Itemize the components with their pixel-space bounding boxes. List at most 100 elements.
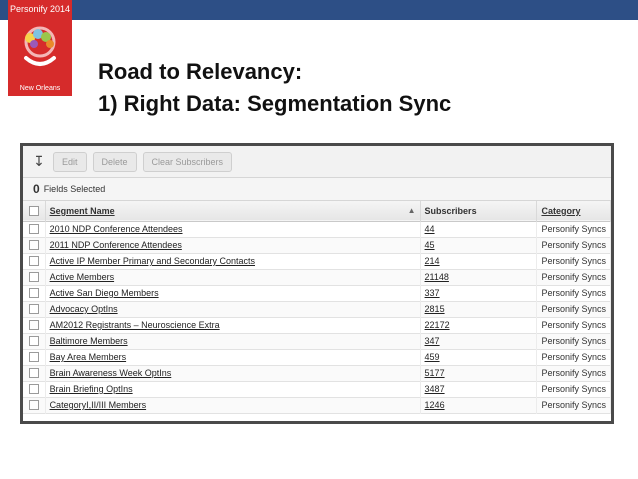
subscribers-header-label: Subscribers [424,205,477,216]
row-checkbox[interactable] [28,224,39,235]
smiley-logo-icon [24,26,56,66]
category-header[interactable]: Category [536,201,611,221]
slide-title: Road to Relevancy: 1) Right Data: Segmen… [98,56,451,120]
row-checkbox[interactable] [28,256,39,267]
row-checkbox-cell [23,317,46,333]
row-checkbox-cell [23,365,46,381]
segment-name-link[interactable]: AM2012 Registrants – Neuroscience Extra [45,317,421,333]
subscriber-count-link[interactable]: 44 [420,221,538,237]
row-checkbox[interactable] [28,272,39,283]
segment-name-link[interactable]: Active IP Member Primary and Secondary C… [45,253,421,269]
title-line-1: Road to Relevancy: [98,59,303,84]
row-checkbox[interactable] [28,240,39,251]
subscriber-count-link[interactable]: 459 [420,349,538,365]
row-checkbox-cell [23,285,46,301]
table-row[interactable]: 2011 NDP Conference Attendees 45 Personify… [23,237,611,253]
row-checkbox-cell [23,381,46,397]
table-row[interactable]: Advocacy OptIns 2815 Personify Syncs [23,301,611,317]
category-cell: Personify Syncs [536,397,611,413]
row-checkbox[interactable] [28,368,39,379]
table-row[interactable]: Baltimore Members 347 Personify Syncs [23,333,611,349]
subscriber-count-link[interactable]: 3487 [420,381,538,397]
title-line-2: 1) Right Data: Segmentation Sync [98,91,452,116]
segment-name-header[interactable]: Segment Name ▲ [45,201,421,221]
fields-selected-label: Fields Selected [43,184,106,194]
row-checkbox[interactable] [28,304,39,315]
segment-name-link[interactable]: Baltimore Members [45,333,421,349]
segment-panel: ↧ Edit Delete Clear Subscribers 0 Fields… [20,143,614,424]
table-header-row: Segment Name ▲ Subscribers Category [23,201,611,221]
edit-button[interactable]: Edit [53,151,87,172]
segments-table: Segment Name ▲ Subscribers Category 2010… [23,201,611,414]
segment-name-link[interactable]: Active San Diego Members [45,285,421,301]
subscriber-count-link[interactable]: 214 [420,253,538,269]
row-checkbox[interactable] [28,320,39,331]
row-checkbox[interactable] [28,352,39,363]
row-checkbox-cell [23,301,46,317]
category-cell: Personify Syncs [536,365,611,381]
row-checkbox-cell [23,221,46,237]
row-checkbox-cell [23,253,46,269]
subscriber-count-link[interactable]: 337 [420,285,538,301]
segment-name-link[interactable]: 2011 NDP Conference Attendees [45,237,421,253]
delete-button[interactable]: Delete [92,151,137,172]
category-cell: Personify Syncs [536,237,611,253]
row-checkbox[interactable] [28,336,39,347]
segment-name-link[interactable]: 2010 NDP Conference Attendees [45,221,421,237]
table-row[interactable]: Active Members 21148 Personify Syncs [23,269,611,285]
category-cell: Personify Syncs [536,269,611,285]
row-checkbox-cell [23,333,46,349]
select-all-checkbox[interactable] [28,206,39,217]
segment-name-header-label: Segment Name [49,205,115,216]
category-cell: Personify Syncs [536,253,611,269]
category-cell: Personify Syncs [536,381,611,397]
fields-selected-row: 0 Fields Selected [23,178,611,201]
row-checkbox[interactable] [28,288,39,299]
toolbar: ↧ Edit Delete Clear Subscribers [23,146,611,178]
down-arrow-icon[interactable]: ↧ [31,153,47,170]
fields-selected-count: 0 [33,182,40,196]
row-checkbox-cell [23,269,46,285]
segment-name-link[interactable]: Brain Awareness Week OptIns [45,365,421,381]
subscriber-count-link[interactable]: 5177 [420,365,538,381]
table-row[interactable]: AM2012 Registrants – Neuroscience Extra 2… [23,317,611,333]
category-cell: Personify Syncs [536,349,611,365]
personify-logo: Personify 2014 New Orleans [8,0,72,96]
segment-name-link[interactable]: Active Members [45,269,421,285]
top-band [0,0,638,20]
subscriber-count-link[interactable]: 2815 [420,301,538,317]
subscriber-count-link[interactable]: 347 [420,333,538,349]
table-row[interactable]: 2010 NDP Conference Attendees 44 Personify… [23,221,611,237]
sort-ascending-icon[interactable]: ▲ [408,206,416,215]
segment-name-link[interactable]: Advocacy OptIns [45,301,421,317]
segment-name-link[interactable]: CategoryI,II/III Members [45,397,421,413]
table-row[interactable]: Bay Area Members 459 Personify Syncs [23,349,611,365]
subscriber-count-link[interactable]: 21148 [420,269,538,285]
row-checkbox-cell [23,237,46,253]
logo-top-text: Personify 2014 [9,4,71,14]
category-cell: Personify Syncs [536,221,611,237]
table-row[interactable]: CategoryI,II/III Members 1246 Personify Sy… [23,397,611,413]
table-row[interactable]: Brain Awareness Week OptIns 5177 Personify… [23,365,611,381]
slide: Personify 2014 New Orleans Road to Relev… [0,0,638,479]
subscribers-header[interactable]: Subscribers [420,201,538,221]
category-cell: Personify Syncs [536,333,611,349]
clear-subscribers-button[interactable]: Clear Subscribers [142,151,233,172]
row-checkbox-cell [23,349,46,365]
category-cell: Personify Syncs [536,301,611,317]
segment-name-link[interactable]: Bay Area Members [45,349,421,365]
row-checkbox-cell [23,397,46,413]
subscriber-count-link[interactable]: 1246 [420,397,538,413]
subscriber-count-link[interactable]: 45 [420,237,538,253]
row-checkbox[interactable] [28,400,39,411]
table-row[interactable]: Active San Diego Members 337 Personify Syn… [23,285,611,301]
segment-name-link[interactable]: Brain Briefing OptIns [45,381,421,397]
subscriber-count-link[interactable]: 22172 [420,317,538,333]
row-checkbox[interactable] [28,384,39,395]
table-body: 2010 NDP Conference Attendees 44 Personify… [23,221,611,413]
category-header-label: Category [541,205,581,216]
select-all-cell [23,201,46,221]
table-row[interactable]: Active IP Member Primary and Secondary C… [23,253,611,269]
table-row[interactable]: Brain Briefing OptIns 3487 Personify Syncs [23,381,611,397]
logo-bottom-text: New Orleans [19,85,61,92]
